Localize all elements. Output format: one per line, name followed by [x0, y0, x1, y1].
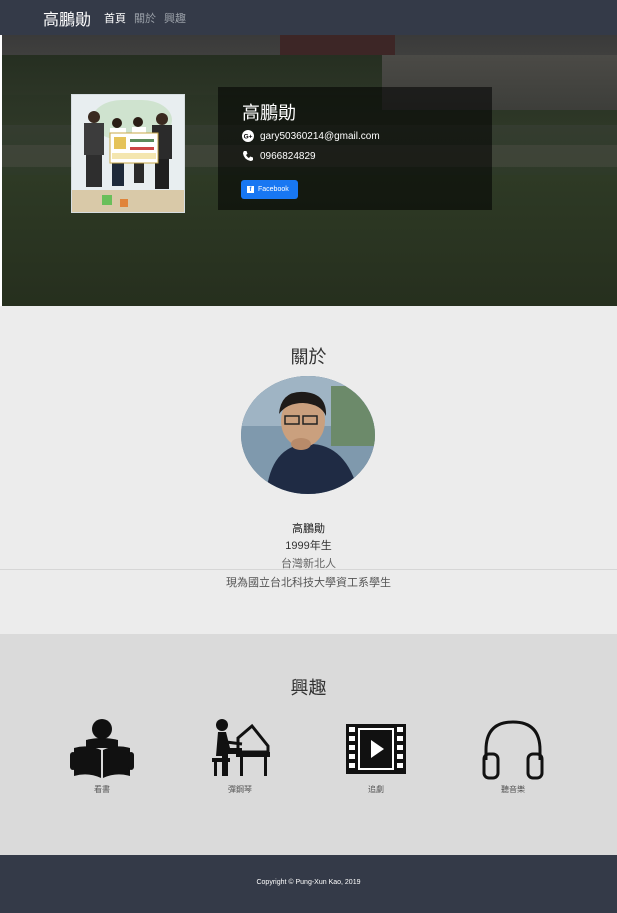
facebook-button[interactable]: f Facebook [241, 180, 298, 199]
google-plus-icon: G+ [242, 130, 254, 142]
hobbies-section: 興趣 看書 彈鋼琴 追劇 聽音樂 [0, 634, 617, 855]
phone-icon [243, 151, 253, 161]
about-birth-year: 1999年生 [285, 540, 332, 552]
nav-link-hobbies[interactable]: 興趣 [164, 10, 186, 26]
navbar: 高鵬勛 首頁 關於 興趣 [0, 0, 617, 35]
about-school: 現為國立台北科技大學資工系學生 [226, 576, 391, 589]
about-name: 高鵬勛 [292, 523, 325, 535]
hobby-music: 聽音樂 [478, 718, 548, 795]
hobby-drama: 追劇 [341, 718, 411, 795]
avatar [241, 376, 375, 494]
hobby-label-music: 聽音樂 [501, 785, 525, 794]
about-hometown: 台灣新北人 [281, 557, 336, 570]
email-text[interactable]: gary50360214@gmail.com [260, 131, 380, 142]
hero-background-billboard [280, 35, 395, 55]
reading-icon [70, 719, 134, 778]
facebook-button-label: Facebook [258, 186, 289, 193]
hero-info-panel: 高鵬勛 G+ gary50360214@gmail.com 0966824829… [218, 87, 492, 210]
facebook-icon: f [247, 186, 254, 193]
piano-icon [212, 719, 270, 776]
hobbies-title: 興趣 [290, 678, 327, 699]
copyright-text: Copyright © Pung-Xun Kao, 2019 [256, 879, 361, 886]
hero-award-photo [71, 94, 185, 213]
about-title: 關於 [290, 347, 327, 368]
hobby-label-drama: 追劇 [368, 785, 384, 794]
hobby-reading: 看書 [67, 718, 137, 795]
phone-row: 0966824829 [242, 150, 316, 162]
film-icon [346, 724, 406, 774]
hobby-label-piano: 彈鋼琴 [228, 785, 252, 794]
email-row: G+ gary50360214@gmail.com [242, 130, 380, 142]
svg-text:G+: G+ [244, 134, 253, 141]
footer: Copyright © Pung-Xun Kao, 2019 [0, 855, 617, 913]
hobby-label-reading: 看書 [94, 785, 110, 794]
navbar-brand[interactable]: 高鵬勛 [43, 6, 91, 30]
headphones-icon [482, 720, 544, 780]
nav-link-about[interactable]: 關於 [134, 10, 156, 26]
phone-text[interactable]: 0966824829 [260, 151, 316, 162]
nav-link-home[interactable]: 首頁 [104, 10, 126, 26]
hobby-piano: 彈鋼琴 [205, 718, 275, 795]
about-section: 關於 高鵬勛 1999年生 台灣新北人 現為國立台北科技大學資工系學生 [0, 306, 617, 634]
hero-name: 高鵬勛 [242, 103, 296, 124]
